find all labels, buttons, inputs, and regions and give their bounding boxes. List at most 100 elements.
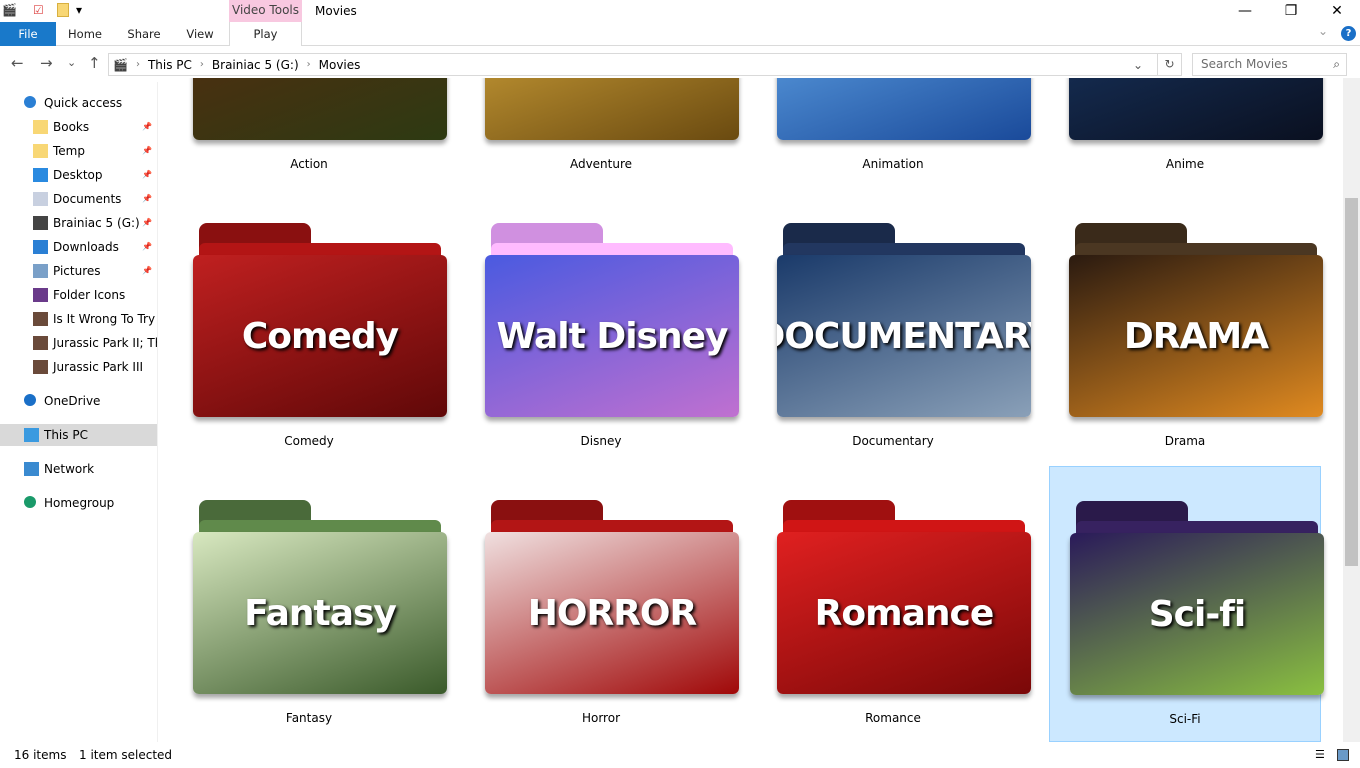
folder-icon: DOCUMENTARY — [777, 223, 1031, 419]
breadcrumb-movies[interactable]: Movies — [319, 58, 361, 72]
sidebar-item-label: Is It Wrong To Try To — [53, 312, 157, 326]
folder-label: Sci-Fi — [1169, 712, 1201, 726]
sidebar-item-desktop[interactable]: Desktop 📌 — [0, 164, 157, 186]
sidebar-item-jurassic-park-iii[interactable]: Jurassic Park III — [0, 356, 157, 378]
close-button[interactable]: ✕ — [1314, 0, 1360, 22]
onedrive-icon — [24, 394, 36, 406]
item-count: 16 items — [14, 748, 67, 762]
recent-locations-button[interactable]: ⌄ — [67, 56, 76, 69]
refresh-button[interactable]: ↻ — [1158, 53, 1182, 76]
star-icon — [24, 96, 36, 108]
chevron-right-icon: › — [199, 59, 204, 70]
pin-icon[interactable]: 📌 — [142, 212, 152, 234]
tab-share[interactable]: Share — [114, 22, 174, 46]
sidebar-item-downloads[interactable]: Downloads 📌 — [0, 236, 157, 258]
up-button[interactable]: ↑ — [88, 54, 101, 72]
folder-icon — [1069, 78, 1323, 142]
clapperboard-icon: 🎬 — [2, 3, 17, 17]
folder-romance[interactable]: Romance Romance — [757, 466, 1031, 742]
folder-horror[interactable]: HORROR Horror — [465, 466, 739, 742]
folder-label: Disney — [580, 434, 622, 448]
folder-action[interactable]: Action — [173, 78, 447, 188]
folder-disney[interactable]: Walt Disney Disney — [465, 189, 739, 465]
search-input[interactable]: Search Movies ⌕ — [1192, 53, 1347, 76]
chevron-right-icon: › — [135, 59, 140, 70]
minimize-button[interactable]: — — [1222, 0, 1268, 22]
pc-icon — [24, 428, 39, 442]
video-tools-context-tab: Video Tools — [229, 0, 302, 22]
clapperboard-icon: 🎬 — [113, 57, 128, 72]
selection-count: 1 item selected — [79, 748, 173, 762]
sidebar-item-label: Network — [44, 462, 95, 476]
large-icons-view-button[interactable] — [1337, 749, 1349, 761]
breadcrumb-this-pc[interactable]: This PC — [148, 58, 192, 72]
sidebar-item-label: Pictures — [53, 264, 101, 278]
sidebar-item-folder-icons[interactable]: Folder Icons — [0, 284, 157, 306]
folder-icon — [33, 144, 48, 158]
folder-animation[interactable]: Animation — [757, 78, 1031, 188]
sidebar-item-temp[interactable]: Temp 📌 — [0, 140, 157, 162]
folder-label: Comedy — [284, 434, 334, 448]
tab-file[interactable]: File — [0, 22, 56, 46]
sidebar-item-label: Jurassic Park II; The — [53, 336, 157, 350]
customize-quick-access-icon[interactable]: ▾ — [76, 3, 82, 19]
folder-adventure[interactable]: ADVENTURES! Adventure — [465, 78, 739, 188]
sidebar-item-label: Downloads — [53, 240, 119, 254]
sidebar-item-label: OneDrive — [44, 394, 101, 408]
pin-icon[interactable]: 📌 — [142, 164, 152, 186]
back-button[interactable]: ← — [11, 54, 24, 72]
folder-icon: Sci-fi — [1070, 501, 1324, 697]
scrollbar-thumb[interactable] — [1345, 198, 1358, 566]
folder-icon: Romance — [777, 500, 1031, 696]
sidebar-item-documents[interactable]: Documents 📌 — [0, 188, 157, 210]
details-view-button[interactable]: ☰ — [1315, 748, 1325, 761]
pin-icon[interactable]: 📌 — [142, 116, 152, 138]
address-bar[interactable]: 🎬 › This PC › Brainiac 5 (G:) › Movies ⌄ — [108, 53, 1158, 76]
folder-drama[interactable]: DRAMA Drama — [1049, 189, 1323, 465]
folder-label: Anime — [1165, 157, 1205, 171]
sidebar-item-network[interactable]: Network — [0, 458, 157, 480]
folder-art-text: ADVENTURES! — [485, 78, 739, 80]
homegroup-icon — [24, 496, 36, 508]
folder-documentary[interactable]: DOCUMENTARY Documentary — [757, 189, 1031, 465]
sidebar-item-homegroup[interactable]: Homegroup — [0, 492, 157, 514]
title-bar: 🎬 ☑ ▾ Video Tools Movies — ❐ ✕ — [0, 0, 1360, 22]
properties-icon[interactable]: ☑ — [33, 3, 44, 19]
pin-icon[interactable]: 📌 — [142, 140, 152, 162]
tab-home[interactable]: Home — [56, 22, 114, 46]
sidebar-item-pictures[interactable]: Pictures 📌 — [0, 260, 157, 282]
folder-label: Documentary — [852, 434, 934, 448]
new-folder-icon[interactable] — [57, 3, 69, 17]
folder-sci-fi[interactable]: Sci-fi Sci-Fi — [1049, 466, 1324, 742]
sidebar-item-quick-access[interactable]: Quick access — [0, 92, 157, 114]
sidebar-item-label: Desktop — [53, 168, 103, 182]
restore-button[interactable]: ❐ — [1268, 0, 1314, 22]
sidebar-item-onedrive[interactable]: OneDrive — [0, 390, 157, 412]
pin-icon[interactable]: 📌 — [142, 260, 152, 282]
sidebar-item-books[interactable]: Books 📌 — [0, 116, 157, 138]
tab-play[interactable]: Play — [229, 22, 302, 46]
documents-icon — [33, 192, 48, 206]
forward-button[interactable]: → — [40, 54, 53, 72]
folder-label: Romance — [865, 711, 921, 725]
folder-anime[interactable]: Anime — [1049, 78, 1323, 188]
address-dropdown-icon[interactable]: ⌄ — [1133, 58, 1143, 72]
expand-ribbon-icon[interactable]: ⌄ — [1318, 24, 1328, 38]
help-icon[interactable]: ? — [1341, 26, 1356, 41]
sidebar-item-is-it-wrong-to-try-to[interactable]: Is It Wrong To Try To — [0, 308, 157, 330]
sidebar-item-this-pc[interactable]: This PC — [0, 424, 157, 446]
folder-comedy[interactable]: Comedy Comedy — [173, 189, 447, 465]
breadcrumb-drive[interactable]: Brainiac 5 (G:) — [212, 58, 299, 72]
pin-icon[interactable]: 📌 — [142, 188, 152, 210]
pin-icon[interactable]: 📌 — [142, 236, 152, 258]
sidebar-item-jurassic-park-ii-the[interactable]: Jurassic Park II; The — [0, 332, 157, 354]
folder-art-text: Comedy — [241, 315, 399, 357]
folder-fantasy[interactable]: Fantasy Fantasy — [173, 466, 447, 742]
drive-icon — [33, 216, 48, 230]
folder-label: Action — [290, 157, 328, 171]
folder-art-text: Sci-fi — [1148, 593, 1247, 635]
sidebar-item-brainiac-5-g-[interactable]: Brainiac 5 (G:) 📌 — [0, 212, 157, 234]
video-folder-icon — [33, 360, 48, 374]
tab-view[interactable]: View — [174, 22, 226, 46]
folder-art-text: Fantasy — [244, 592, 397, 634]
